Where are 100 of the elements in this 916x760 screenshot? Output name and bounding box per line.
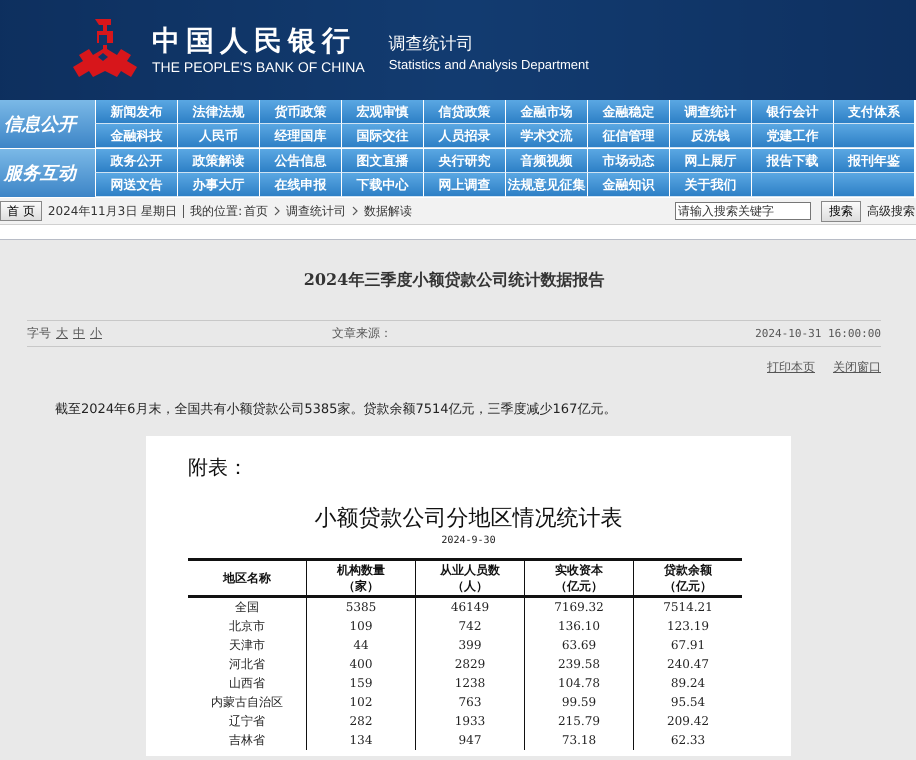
- nav-link[interactable]: 货币政策: [259, 100, 341, 124]
- nav-link[interactable]: 金融科技: [95, 124, 177, 148]
- breadcrumb-link[interactable]: 数据解读: [364, 202, 412, 220]
- nav-link[interactable]: 宏观审慎: [341, 100, 423, 124]
- nav-link[interactable]: 征信管理: [587, 124, 669, 148]
- nav-link[interactable]: 银行会计: [751, 100, 833, 124]
- nav-link[interactable]: 政策解读: [177, 149, 259, 173]
- nav-link[interactable]: 反洗钱: [669, 124, 751, 148]
- bank-name-english: THE PEOPLE'S BANK OF CHINA: [152, 58, 365, 76]
- column-header: 实收资本 （亿元）: [524, 560, 634, 596]
- table-cell: 北京市: [188, 617, 306, 636]
- publish-time: 2024-10-31 16:00:00: [755, 327, 881, 340]
- nav-link[interactable]: 经理国库: [259, 124, 341, 148]
- nav-link[interactable]: 法律法规: [177, 100, 259, 124]
- nav-link[interactable]: 关于我们: [669, 173, 751, 197]
- nav-link[interactable]: 网上调查: [423, 173, 505, 197]
- search-field[interactable]: 请输入搜索关键字: [675, 202, 811, 220]
- table-cell: 46149: [416, 596, 524, 617]
- table-cell: 134: [306, 731, 416, 750]
- breadcrumb-link[interactable]: 首页: [244, 202, 268, 220]
- table-cell: 123.19: [634, 617, 742, 636]
- nav-link[interactable]: 国际交往: [341, 124, 423, 148]
- table-cell: 104.78: [524, 674, 634, 693]
- search-button[interactable]: 搜索: [821, 200, 861, 222]
- source-label: 文章来源：: [332, 325, 393, 342]
- table-cell: 63.69: [524, 636, 634, 655]
- nav-link[interactable]: 学术交流: [505, 124, 587, 148]
- nav-section-label: 服务互动: [0, 149, 95, 197]
- nav-link[interactable]: 人民币: [177, 124, 259, 148]
- font-size-link[interactable]: 小: [90, 325, 102, 342]
- nav-link[interactable]: 音频视频: [505, 149, 587, 173]
- nav-link[interactable]: 图文直播: [341, 149, 423, 173]
- table-cell: 辽宁省: [188, 712, 306, 731]
- font-size-link[interactable]: 中: [73, 325, 85, 342]
- nav-link[interactable]: 公告信息: [259, 149, 341, 173]
- advanced-search-link[interactable]: 高级搜索: [867, 202, 915, 220]
- nav-link[interactable]: 支付体系: [833, 100, 914, 124]
- table-cell: 67.91: [634, 636, 742, 655]
- table-cell: 282: [306, 712, 416, 731]
- column-header: 机构数量 （家）: [306, 560, 416, 596]
- nav-link[interactable]: 党建工作: [751, 124, 833, 148]
- nav-link[interactable]: 政务公开: [95, 149, 177, 173]
- table-cell: 763: [416, 693, 524, 712]
- table-date: 2024-9-30: [440, 535, 497, 546]
- action-link[interactable]: 打印本页: [767, 359, 815, 376]
- nav-link[interactable]: 下载中心: [341, 173, 423, 197]
- column-header: 地区名称: [188, 560, 306, 596]
- department-name-english: Statistics and Analysis Department: [388, 56, 589, 74]
- department-name: 调查统计司: [388, 33, 475, 56]
- table-cell: 5385: [306, 596, 416, 617]
- table-cell: 河北省: [188, 655, 306, 674]
- table-cell: 1238: [416, 674, 524, 693]
- article-paragraph: 截至2024年6月末，全国共有小额贷款公司5385家。贷款余额7514亿元，三季度减少167亿元。: [55, 401, 618, 419]
- table-cell: 99.59: [524, 693, 634, 712]
- nav-link[interactable]: 人员招录: [423, 124, 505, 148]
- nav-link[interactable]: 调查统计: [669, 100, 751, 124]
- nav-link[interactable]: 信贷政策: [423, 100, 505, 124]
- nav-link[interactable]: 法规意见征集: [505, 173, 587, 197]
- table-cell: 73.18: [524, 731, 634, 750]
- table-cell: 7169.32: [524, 596, 634, 617]
- table-cell: 89.24: [634, 674, 742, 693]
- nav-link[interactable]: 新闻发布: [95, 100, 177, 124]
- font-size-link[interactable]: 大: [56, 325, 68, 342]
- table-cell: 2829: [416, 655, 524, 674]
- nav-link[interactable]: 金融市场: [505, 100, 587, 124]
- action-link[interactable]: 关闭窗口: [833, 359, 881, 376]
- column-header: 贷款余额 （亿元）: [634, 560, 742, 596]
- article-title: 2024年三季度小额贷款公司统计数据报告: [302, 269, 606, 290]
- breadcrumb-link[interactable]: 调查统计司: [286, 202, 346, 220]
- table-title: 小额贷款公司分地区情况统计表: [314, 505, 624, 533]
- chevron-icon: [352, 206, 358, 216]
- table-cell: 215.79: [524, 712, 634, 731]
- table-cell: 399: [416, 636, 524, 655]
- nav-link[interactable]: 央行研究: [423, 149, 505, 173]
- home-button[interactable]: 首 页: [0, 201, 42, 221]
- attachment-label: 附表：: [188, 454, 249, 481]
- nav-link[interactable]: 网送文告: [95, 173, 177, 197]
- table-cell: 62.33: [634, 731, 742, 750]
- nav-link[interactable]: 市场动态: [587, 149, 669, 173]
- table-cell: 209.42: [634, 712, 742, 731]
- table-cell: 1933: [416, 712, 524, 731]
- table-cell: 109: [306, 617, 416, 636]
- table-cell: 全国: [188, 596, 306, 617]
- nav-link[interactable]: 金融知识: [587, 173, 669, 197]
- column-header: 从业人员数 （人）: [416, 560, 524, 596]
- nav-link[interactable]: 金融稳定: [587, 100, 669, 124]
- font-size-label: 字号: [27, 325, 51, 342]
- table-cell: 95.54: [634, 693, 742, 712]
- nav-link[interactable]: 在线申报: [259, 173, 341, 197]
- table-cell: 102: [306, 693, 416, 712]
- table-cell: 947: [416, 731, 524, 750]
- nav-link[interactable]: 办事大厅: [177, 173, 259, 197]
- date-text: 2024年11月3日 星期日: [48, 202, 178, 220]
- nav-link[interactable]: 报刊年鉴: [833, 149, 914, 173]
- nav-link[interactable]: 报告下载: [751, 149, 833, 173]
- table-cell: 内蒙古自治区: [188, 693, 306, 712]
- table-cell: 240.47: [634, 655, 742, 674]
- bank-name: 中国人民银行: [152, 24, 357, 58]
- nav-link[interactable]: 网上展厅: [669, 149, 751, 173]
- table-cell: 吉林省: [188, 731, 306, 750]
